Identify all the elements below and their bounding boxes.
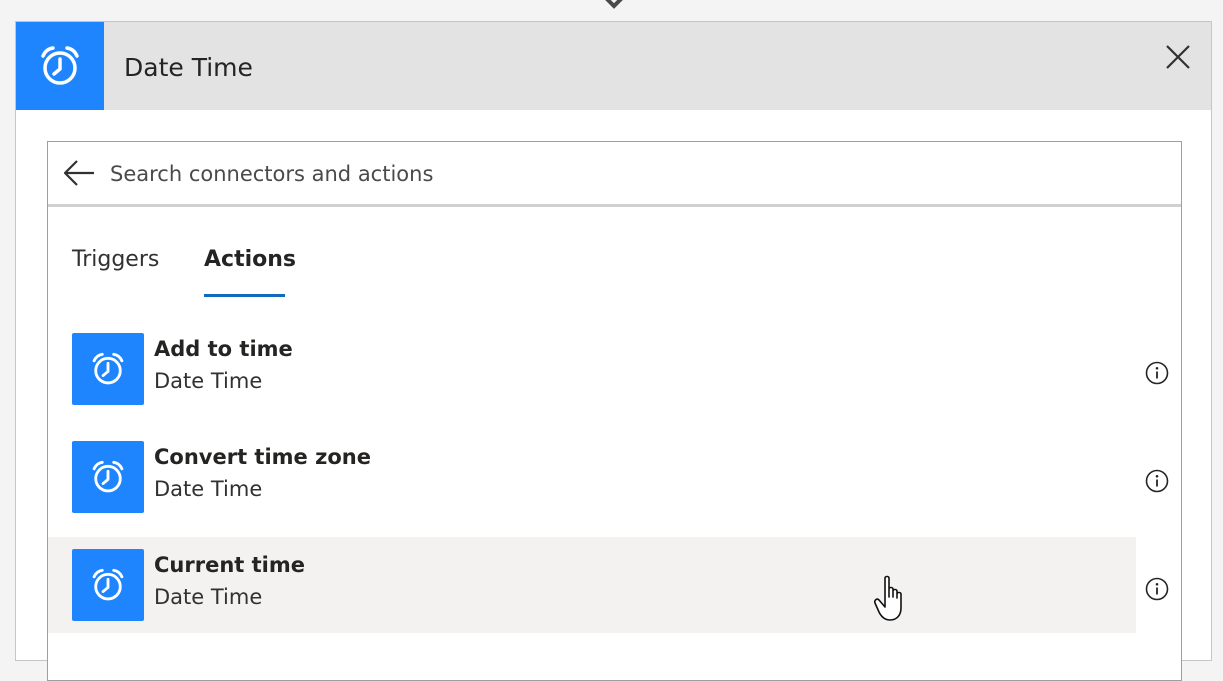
alarm-clock-icon bbox=[72, 549, 144, 621]
search-bar bbox=[48, 142, 1181, 207]
action-item-convert-time-zone[interactable]: Convert time zone Date Time bbox=[48, 441, 1136, 537]
action-name: Add to time bbox=[154, 337, 293, 361]
close-icon bbox=[1166, 45, 1190, 69]
card-title: Date Time bbox=[124, 53, 253, 82]
card-header: Date Time bbox=[16, 22, 1211, 110]
tab-actions[interactable]: Actions bbox=[204, 242, 296, 300]
action-connector-name: Date Time bbox=[154, 477, 263, 501]
close-button[interactable] bbox=[1161, 40, 1195, 74]
connector-card: Date Time Triggers Actions bbox=[15, 21, 1212, 681]
info-icon[interactable] bbox=[1145, 361, 1169, 385]
alarm-clock-icon bbox=[72, 441, 144, 513]
selected-tab-indicator bbox=[204, 294, 285, 297]
back-arrow-icon[interactable] bbox=[62, 158, 96, 188]
action-name: Convert time zone bbox=[154, 445, 371, 469]
action-picker-panel: Triggers Actions Add to time Date Time bbox=[47, 141, 1182, 681]
alarm-clock-icon bbox=[72, 333, 144, 405]
hand-cursor-icon bbox=[874, 575, 902, 621]
action-name: Current time bbox=[154, 553, 305, 577]
info-icon[interactable] bbox=[1145, 469, 1169, 493]
flow-connector-arrow-icon bbox=[605, 0, 623, 9]
action-item-current-time[interactable]: Current time Date Time bbox=[48, 537, 1136, 633]
search-input[interactable] bbox=[110, 154, 1160, 194]
action-connector-name: Date Time bbox=[154, 369, 263, 393]
info-icon[interactable] bbox=[1145, 577, 1169, 601]
tab-triggers[interactable]: Triggers bbox=[72, 242, 159, 300]
action-item-add-to-time[interactable]: Add to time Date Time bbox=[48, 333, 1136, 429]
action-connector-name: Date Time bbox=[154, 585, 263, 609]
alarm-clock-icon bbox=[16, 22, 104, 110]
